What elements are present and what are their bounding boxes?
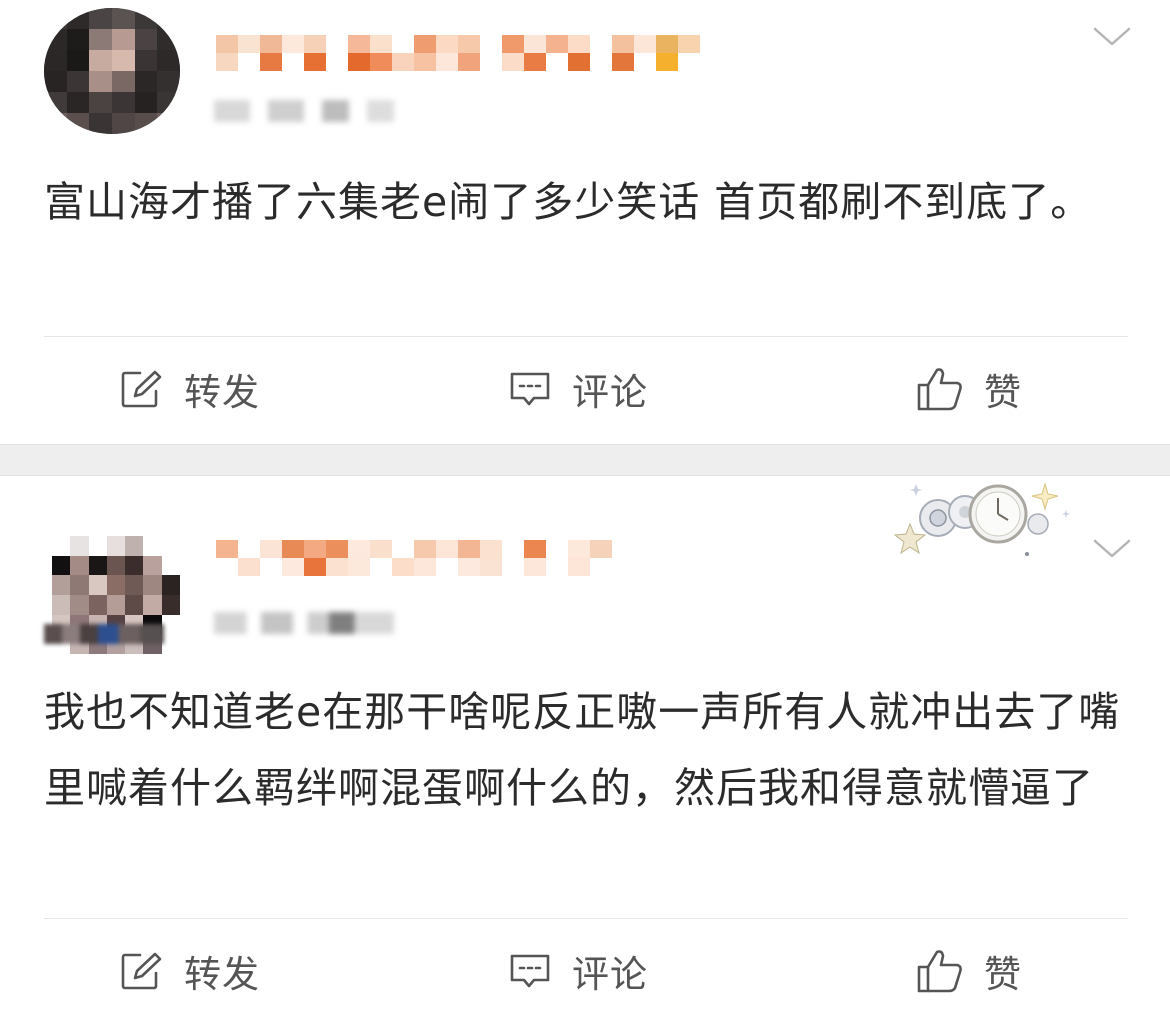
comment-label: 评论 — [572, 953, 648, 996]
post-content: 我也不知道老e在那干啥呢反正嗷一声所有人就冲出去了嘴里喊着什么羁绊啊混蛋啊什么的… — [44, 688, 1121, 812]
feed-post: 富山海才播了六集老e闹了多少笑话 首页都刷不到底了。 转发 评论 赞 — [0, 0, 1170, 444]
thumbs-up-icon — [917, 368, 962, 411]
user-badge-redacted — [44, 624, 164, 644]
like-button[interactable]: 赞 — [916, 344, 1022, 434]
card-decoration-image — [893, 482, 1070, 556]
feed-post: 我也不知道老e在那干啥呢反正嗷一声所有人就冲出去了嘴里喊着什么羁绊啊混蛋啊什么的… — [0, 476, 1170, 1008]
like-label: 赞 — [984, 371, 1022, 414]
feed-separator — [0, 444, 1170, 476]
post-divider — [44, 918, 1128, 919]
post-action-bar: 转发 评论 赞 — [0, 926, 1170, 1016]
repost-button[interactable]: 转发 — [120, 926, 260, 1016]
post-content: 富山海才播了六集老e闹了多少笑话 首页都刷不到底了。 — [44, 178, 1093, 226]
comment-bubble-icon — [510, 954, 550, 988]
comment-button[interactable]: 评论 — [508, 344, 648, 434]
username-redacted-row2 — [216, 558, 612, 576]
comment-label: 评论 — [572, 371, 648, 414]
like-button[interactable]: 赞 — [916, 926, 1022, 1016]
user-avatar[interactable] — [44, 8, 180, 134]
chevron-down-icon[interactable] — [1092, 24, 1132, 48]
edit-square-icon — [121, 952, 162, 990]
post-meta-redacted — [214, 612, 394, 634]
username-redacted[interactable] — [216, 540, 612, 558]
post-meta-redacted — [214, 100, 394, 122]
edit-square-icon — [121, 370, 162, 408]
post-action-bar: 转发 评论 赞 — [0, 344, 1170, 434]
repost-label: 转发 — [184, 953, 260, 996]
repost-label: 转发 — [184, 371, 260, 414]
username-redacted[interactable] — [216, 35, 700, 53]
thumbs-up-icon — [917, 950, 962, 993]
repost-button[interactable]: 转发 — [120, 344, 260, 434]
chevron-down-icon[interactable] — [1092, 536, 1132, 560]
username-redacted-row2 — [216, 53, 700, 71]
comment-button[interactable]: 评论 — [508, 926, 648, 1016]
like-label: 赞 — [984, 953, 1022, 996]
comment-bubble-icon — [510, 372, 550, 406]
post-divider — [44, 336, 1128, 337]
